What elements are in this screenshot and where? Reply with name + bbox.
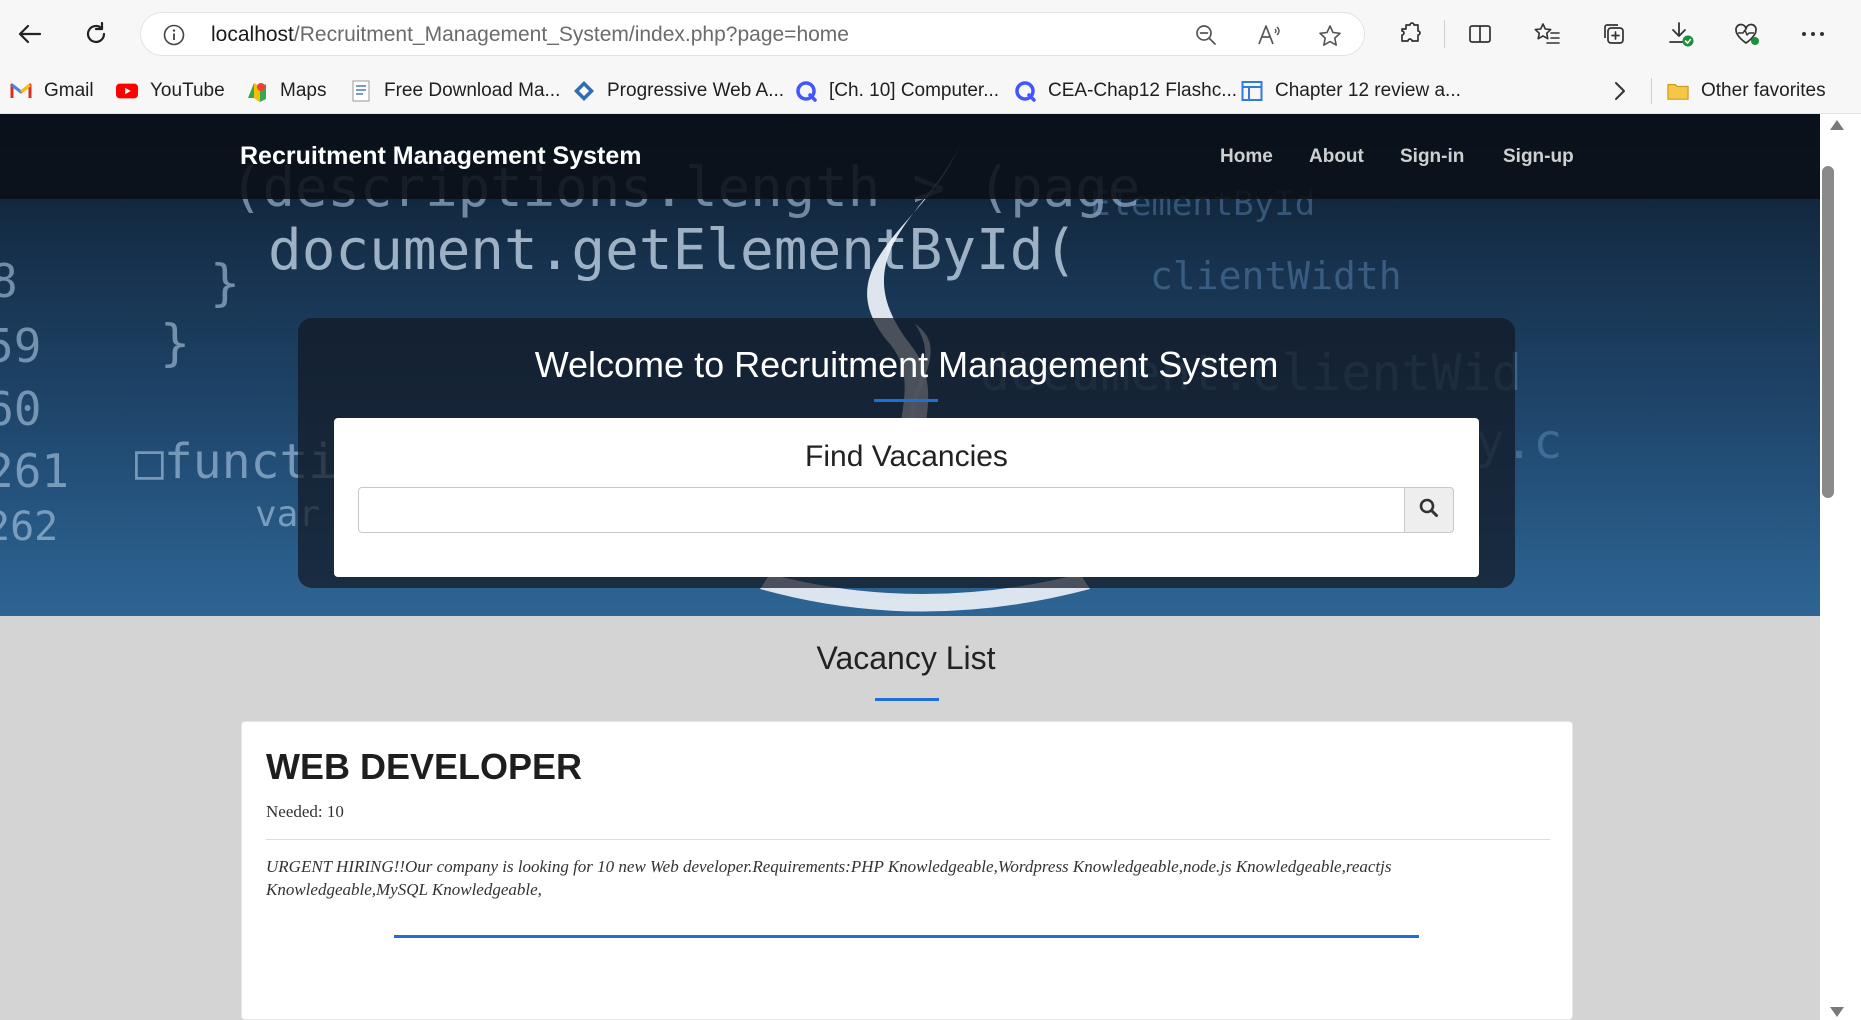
toolbar-separator	[1444, 20, 1445, 48]
quizlet-icon	[1014, 80, 1036, 102]
folder-icon	[1667, 80, 1689, 102]
bookmark-label: Free Download Ma...	[384, 80, 561, 101]
heart-pulse-icon[interactable]	[1725, 12, 1769, 56]
scroll-down-arrow-icon[interactable]	[1830, 1007, 1844, 1017]
vacancy-title: WEB DEVELOPER	[266, 746, 583, 787]
bookmark-maps[interactable]: Maps	[246, 68, 326, 114]
search-input[interactable]	[358, 487, 1405, 533]
address-bar[interactable]: localhost/Recruitment_Management_System/…	[140, 12, 1365, 56]
bookmark-label: Other favorites	[1701, 80, 1826, 101]
heading-divider	[874, 399, 938, 402]
bookmark-label: Chapter 12 review a...	[1275, 80, 1461, 101]
bookmark-free-download[interactable]: Free Download Ma...	[350, 68, 560, 114]
info-icon[interactable]	[163, 24, 185, 46]
diamond-icon	[573, 80, 595, 102]
site-navbar: Recruitment Management System Home About…	[0, 114, 1820, 199]
bookmark-label: Gmail	[44, 80, 94, 101]
background-decoration: 261	[0, 444, 70, 498]
browser-toolbar: localhost/Recruitment_Management_System/…	[0, 0, 1861, 68]
search-card: Find Vacancies	[334, 418, 1479, 577]
vacancy-list-heading: Vacancy List	[816, 640, 996, 676]
more-icon[interactable]	[1791, 12, 1835, 56]
search-icon	[1419, 498, 1439, 522]
vacancy-needed: Needed: 10	[266, 802, 344, 821]
bookmark-other-favorites[interactable]: Other favorites	[1667, 68, 1826, 114]
url-text[interactable]: localhost/Recruitment_Management_System/…	[211, 13, 849, 57]
background-decoration: }	[160, 314, 191, 372]
vacancy-description: URGENT HIRING!!Our company is looking fo…	[266, 857, 1392, 899]
bookmark-label: Maps	[280, 80, 327, 101]
page-scrollbar[interactable]	[1820, 114, 1861, 1020]
bookmark-label: [Ch. 10] Computer...	[829, 80, 1000, 101]
back-arrow-icon[interactable]	[8, 12, 52, 56]
welcome-heading: Welcome to Recruitment Management System	[534, 344, 1279, 385]
background-decoration: clientWidth	[1150, 254, 1402, 298]
background-decoration: }	[210, 254, 241, 312]
bookmark-gmail[interactable]: Gmail	[10, 68, 94, 114]
read-aloud-icon[interactable]	[1257, 24, 1280, 46]
background-decoration: 8	[0, 254, 18, 308]
search-title: Find Vacancies	[805, 440, 1008, 473]
page-viewport: (descriptions.length > (page document.ge…	[0, 114, 1820, 1020]
site-brand[interactable]: Recruitment Management System	[240, 114, 642, 199]
url-host: localhost	[211, 23, 294, 46]
bookmark-progressive-web[interactable]: Progressive Web A...	[573, 68, 784, 114]
hero-section: (descriptions.length > (page document.ge…	[0, 114, 1820, 616]
youtube-icon	[116, 80, 138, 102]
refresh-icon[interactable]	[74, 12, 118, 56]
bookmark-cea-chap12[interactable]: CEA-Chap12 Flashc...	[1014, 68, 1237, 114]
collections-icon[interactable]	[1592, 12, 1636, 56]
document-icon	[350, 80, 372, 102]
heading-divider	[875, 698, 939, 701]
nav-sign-in[interactable]: Sign-in	[1400, 114, 1464, 199]
favorites-icon[interactable]	[1525, 12, 1569, 56]
download-icon[interactable]	[1659, 12, 1703, 56]
window-icon	[1241, 80, 1263, 102]
nav-home[interactable]: Home	[1220, 114, 1273, 199]
nav-about[interactable]: About	[1309, 114, 1364, 199]
bookmark-ch10-computer[interactable]: [Ch. 10] Computer...	[795, 68, 999, 114]
maps-icon	[246, 80, 268, 102]
bookmark-chapter12-review[interactable]: Chapter 12 review a...	[1241, 68, 1461, 114]
scroll-up-arrow-icon[interactable]	[1830, 120, 1844, 130]
zoom-out-icon[interactable]	[1195, 24, 1217, 46]
nav-sign-up[interactable]: Sign-up	[1503, 114, 1574, 199]
bookmark-label: Progressive Web A...	[607, 80, 785, 101]
background-decoration: 60	[0, 382, 42, 436]
split-screen-icon[interactable]	[1458, 12, 1502, 56]
bookmark-label: CEA-Chap12 Flashc...	[1048, 80, 1238, 101]
bookmarks-bar: Gmail YouTube Maps Free Download Ma... P…	[0, 68, 1861, 114]
card-accent-line	[394, 935, 1419, 938]
star-icon[interactable]	[1318, 24, 1341, 46]
divider	[266, 839, 1550, 840]
gmail-icon	[10, 80, 32, 102]
bookmark-label: YouTube	[150, 80, 225, 101]
bookmarks-separator	[1651, 78, 1652, 104]
scrollbar-thumb[interactable]	[1822, 166, 1834, 498]
background-decoration: 262	[0, 504, 59, 550]
puzzle-icon[interactable]	[1387, 12, 1431, 56]
bookmark-youtube[interactable]: YouTube	[116, 68, 225, 114]
vacancy-card[interactable]: WEB DEVELOPER Needed: 10 URGENT HIRING!!…	[241, 721, 1573, 1020]
search-button[interactable]	[1404, 487, 1454, 533]
chevron-right-icon[interactable]	[1613, 68, 1627, 114]
masthead: Welcome to Recruitment Management System…	[298, 318, 1515, 588]
url-path: /Recruitment_Management_System/index.php…	[293, 23, 849, 46]
background-decoration: 59	[0, 319, 42, 373]
quizlet-icon	[795, 80, 817, 102]
